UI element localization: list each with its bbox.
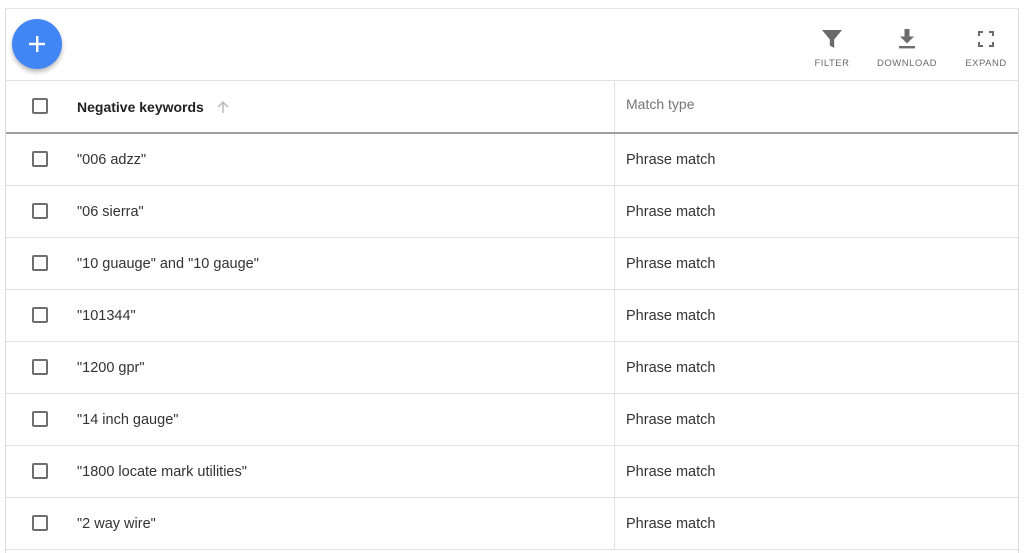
table-row[interactable]: "1200 gpr" Phrase match — [6, 342, 1018, 394]
column-divider — [614, 134, 615, 185]
download-button[interactable]: DOWNLOAD — [876, 25, 938, 69]
match-type-cell: Phrase match — [626, 515, 716, 532]
keywords-table: Negative keywords Match type "006 adzz" … — [6, 81, 1018, 550]
table-row[interactable]: "2 way wire" Phrase match — [6, 498, 1018, 550]
table-row[interactable]: "1800 locate mark utilities" Phrase matc… — [6, 446, 1018, 498]
download-label: DOWNLOAD — [877, 58, 937, 69]
column-divider — [614, 238, 615, 289]
column-divider — [614, 498, 615, 549]
column-header-negative-keywords[interactable]: Negative keywords — [77, 81, 230, 132]
select-all-checkbox[interactable] — [32, 98, 48, 114]
column-divider — [614, 81, 615, 132]
match-type-cell: Phrase match — [626, 359, 716, 376]
match-type-cell: Phrase match — [626, 463, 716, 480]
negative-keywords-panel: FILTER DOWNLOAD EXPAND Negative keywords… — [5, 8, 1019, 553]
keyword-cell: "1200 gpr" — [77, 359, 145, 376]
row-checkbox[interactable] — [32, 203, 48, 219]
table-header-row: Negative keywords Match type — [6, 81, 1018, 134]
arrow-up-icon — [217, 100, 229, 113]
keyword-cell: "1800 locate mark utilities" — [77, 463, 247, 480]
keyword-cell: "101344" — [77, 307, 136, 324]
sort-ascending-icon[interactable] — [216, 100, 230, 114]
match-type-cell: Phrase match — [626, 255, 716, 272]
download-icon — [899, 29, 915, 49]
keyword-cell: "2 way wire" — [77, 515, 156, 532]
table-row[interactable]: "10 guauge" and "10 gauge" Phrase match — [6, 238, 1018, 290]
keyword-cell: "14 inch gauge" — [77, 411, 179, 428]
filter-button[interactable]: FILTER — [812, 25, 852, 69]
row-checkbox[interactable] — [32, 255, 48, 271]
column-divider — [614, 446, 615, 497]
row-checkbox[interactable] — [32, 151, 48, 167]
expand-label: EXPAND — [965, 58, 1007, 69]
table-row[interactable]: "14 inch gauge" Phrase match — [6, 394, 1018, 446]
row-checkbox[interactable] — [32, 411, 48, 427]
table-row[interactable]: "06 sierra" Phrase match — [6, 186, 1018, 238]
table-row[interactable]: "006 adzz" Phrase match — [6, 134, 1018, 186]
expand-button[interactable]: EXPAND — [962, 25, 1010, 69]
row-checkbox[interactable] — [32, 307, 48, 323]
match-type-cell: Phrase match — [626, 151, 716, 168]
table-row[interactable]: "101344" Phrase match — [6, 290, 1018, 342]
table-toolbar: FILTER DOWNLOAD EXPAND — [6, 9, 1018, 81]
match-type-cell: Phrase match — [626, 411, 716, 428]
column-divider — [614, 394, 615, 445]
match-type-cell: Phrase match — [626, 307, 716, 324]
funnel-icon — [822, 30, 842, 48]
column-divider — [614, 342, 615, 393]
keyword-cell: "006 adzz" — [77, 151, 147, 168]
keyword-cell: "06 sierra" — [77, 203, 144, 220]
column-header-keyword-label: Negative keywords — [77, 98, 204, 115]
add-keyword-button[interactable] — [12, 19, 62, 69]
keyword-cell: "10 guauge" and "10 gauge" — [77, 255, 259, 272]
row-checkbox[interactable] — [32, 515, 48, 531]
column-header-match-type[interactable]: Match type — [626, 78, 694, 129]
row-checkbox[interactable] — [32, 463, 48, 479]
row-checkbox[interactable] — [32, 359, 48, 375]
match-type-cell: Phrase match — [626, 203, 716, 220]
fullscreen-icon — [978, 31, 994, 47]
filter-label: FILTER — [814, 58, 850, 69]
plus-icon — [29, 36, 45, 52]
column-divider — [614, 290, 615, 341]
column-divider — [614, 186, 615, 237]
